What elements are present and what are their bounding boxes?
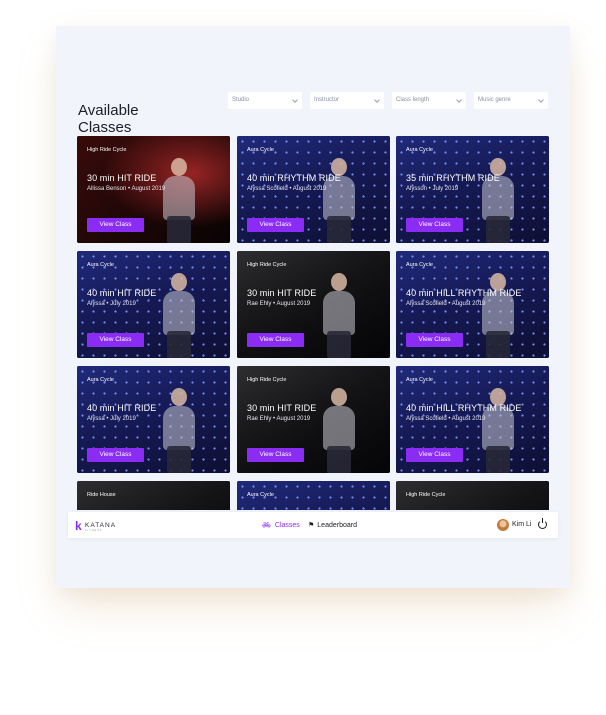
user-name: Kim Li xyxy=(512,521,532,528)
class-title: 35 min RHYTHM RIDE xyxy=(406,173,500,183)
instructor-image xyxy=(157,269,201,358)
class-studio: High Ride Cycle xyxy=(406,492,446,498)
class-title: 40 min HILL RHYTHM RIDE xyxy=(406,403,522,413)
class-title: 40 min HILL RHYTHM RIDE xyxy=(406,288,522,298)
class-studio: Aura Cycle xyxy=(87,377,114,383)
power-icon[interactable] xyxy=(538,518,547,529)
class-card[interactable]: Aura Cycle 40 min HILL RHYTHM RIDE Alyss… xyxy=(396,366,549,473)
class-card[interactable]: High Ride Cycle 30 min HIT RIDE Rae Ehly… xyxy=(237,251,390,358)
class-grid: High Ride Cycle 30 min HIT RIDE Allissa … xyxy=(77,136,549,510)
chevron-down-icon xyxy=(538,97,544,103)
class-studio: High Ride Cycle xyxy=(87,147,127,153)
katana-k-icon: k xyxy=(75,519,82,533)
class-meta: Alysson • July 2019 xyxy=(406,186,459,192)
class-card[interactable]: Aura Cycle 35 min RHYTHM RIDE Alysson • … xyxy=(396,136,549,243)
class-meta: Rae Ehly • August 2019 xyxy=(247,416,311,422)
class-length-filter-label: Class length xyxy=(396,97,430,103)
studio-filter-label: Studio xyxy=(232,97,250,103)
class-title: 40 min HIT RIDE xyxy=(87,403,157,413)
nav-classes-label: Classes xyxy=(274,522,300,529)
class-card[interactable]: Aura Cycle 40 min HIT RIDE Alyssa • July… xyxy=(77,251,230,358)
view-class-button[interactable]: View Class xyxy=(406,218,463,232)
avatar xyxy=(497,519,509,531)
logo-wordmark: KATANA xyxy=(85,522,117,529)
class-studio: High Ride Cycle xyxy=(247,262,287,268)
class-meta: Alyssa Scofield • August 2019 xyxy=(247,186,327,192)
view-class-button[interactable]: View Class xyxy=(87,448,144,462)
nav-leaderboard-link[interactable]: ⚑ Leaderboard xyxy=(308,521,357,529)
class-meta: Alyssa Scofield • August 2019 xyxy=(406,416,486,422)
class-title: 30 min HIT RIDE xyxy=(247,403,317,413)
chevron-down-icon xyxy=(292,97,298,103)
view-class-button[interactable]: View Class xyxy=(406,448,463,462)
nav-classes-link[interactable]: 🚲︎ Classes xyxy=(262,521,300,529)
music-genre-filter-label: Music genre xyxy=(478,97,511,103)
chevron-down-icon xyxy=(456,97,462,103)
view-class-button[interactable]: View Class xyxy=(247,333,304,347)
trophy-icon: ⚑ xyxy=(308,522,315,529)
view-class-button[interactable]: View Class xyxy=(87,333,144,347)
class-studio: Aura Cycle xyxy=(406,262,433,268)
class-length-filter[interactable]: Class length xyxy=(392,92,466,109)
instructor-filter-label: Instructor xyxy=(314,97,340,103)
studio-filter[interactable]: Studio xyxy=(228,92,302,109)
class-card[interactable]: Aura Cycle xyxy=(237,481,390,510)
instructor-image xyxy=(476,384,520,473)
view-class-button[interactable]: View Class xyxy=(247,218,304,232)
music-genre-filter[interactable]: Music genre xyxy=(474,92,548,109)
instructor-image xyxy=(317,384,361,473)
class-studio: Aura Cycle xyxy=(87,262,114,268)
instructor-filter[interactable]: Instructor xyxy=(310,92,384,109)
class-card[interactable]: Aura Cycle 40 min HIT RIDE Alyssa • July… xyxy=(77,366,230,473)
bottom-nav: k KATANA FITNESS 🚲︎ Classes ⚑ Leaderboard … xyxy=(68,512,558,538)
class-studio: Aura Cycle xyxy=(247,492,274,498)
class-studio: Ride House xyxy=(87,492,116,498)
instructor-image xyxy=(157,384,201,473)
instructor-image xyxy=(476,269,520,358)
class-card[interactable]: Aura Cycle 40 min HILL RHYTHM RIDE Alyss… xyxy=(396,251,549,358)
class-card[interactable]: High Ride Cycle xyxy=(396,481,549,510)
class-card[interactable]: Ride House xyxy=(77,481,230,510)
class-title: 40 min RHYTHM RIDE xyxy=(247,173,341,183)
class-studio: Aura Cycle xyxy=(406,377,433,383)
view-class-button[interactable]: View Class xyxy=(406,333,463,347)
class-studio: Aura Cycle xyxy=(247,147,274,153)
class-title: 30 min HIT RIDE xyxy=(87,173,157,183)
instructor-image xyxy=(317,154,361,243)
view-class-button[interactable]: View Class xyxy=(247,448,304,462)
bicycle-icon: 🚲︎ xyxy=(262,522,271,529)
instructor-image xyxy=(157,154,201,243)
view-class-button[interactable]: View Class xyxy=(87,218,144,232)
chevron-down-icon xyxy=(374,97,380,103)
class-meta: Alyssa • July 2019 xyxy=(87,416,136,422)
instructor-image xyxy=(317,269,361,358)
instructor-image xyxy=(476,154,520,243)
class-title: 30 min HIT RIDE xyxy=(247,288,317,298)
page-title: Available Classes xyxy=(78,102,139,137)
nav-leaderboard-label: Leaderboard xyxy=(317,522,357,529)
class-meta: Alyssa Scofield • August 2019 xyxy=(406,301,486,307)
class-meta: Allissa Benson • August 2019 xyxy=(87,186,166,192)
class-studio: High Ride Cycle xyxy=(247,377,287,383)
class-studio: Aura Cycle xyxy=(406,147,433,153)
class-card[interactable]: High Ride Cycle 30 min HIT RIDE Allissa … xyxy=(77,136,230,243)
class-card[interactable]: Aura Cycle 40 min RHYTHM RIDE Alyssa Sco… xyxy=(237,136,390,243)
class-title: 40 min HIT RIDE xyxy=(87,288,157,298)
class-meta: Alyssa • July 2019 xyxy=(87,301,136,307)
logo-subtext: FITNESS xyxy=(85,529,103,532)
class-meta: Rae Ehly • August 2019 xyxy=(247,301,311,307)
class-card[interactable]: High Ride Cycle 30 min HIT RIDE Rae Ehly… xyxy=(237,366,390,473)
